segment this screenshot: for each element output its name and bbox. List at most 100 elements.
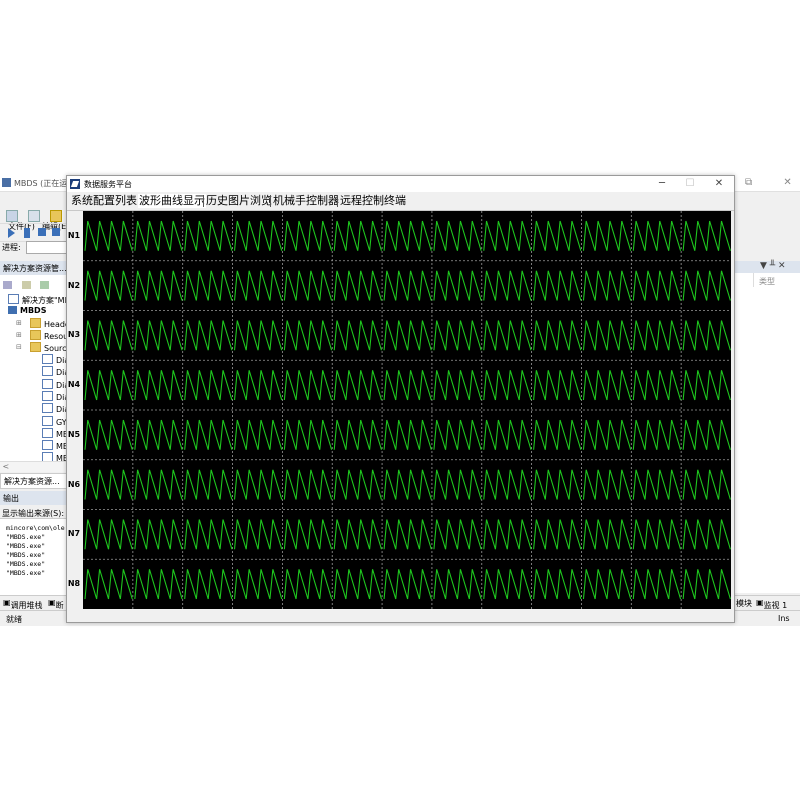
solution-explorer-header: 解决方案资源管...	[0, 261, 68, 276]
tree-toolbar	[3, 281, 52, 290]
app-title: 数据服务平台	[84, 180, 132, 189]
tree-folder-label: Resou	[44, 332, 69, 341]
oscilloscope-display	[83, 211, 731, 609]
tab-waveform-display[interactable]: 波形曲线显示	[138, 194, 206, 208]
solution-tree: 解决方案"MB MBDS ⊞ Heade ⊞ Resou ⊟ Sourc Dia…	[0, 275, 69, 461]
cpp-file-icon	[42, 403, 53, 414]
ide-toolbar-1	[0, 207, 68, 224]
tree-file[interactable]: GY	[42, 415, 67, 427]
main-tab-bar: 系统配置列表 波形曲线显示 历史图片浏览 机械手控制器 远程控制终端	[67, 192, 734, 211]
output-line: "MBDS.exe"	[6, 551, 46, 559]
output-line: "MBDS.exe"	[6, 569, 46, 577]
solution-icon	[8, 294, 19, 304]
search-icon[interactable]	[40, 281, 50, 289]
expand-icon[interactable]: ⊞	[16, 331, 22, 339]
channel-label: N7	[67, 529, 81, 539]
cpp-file-icon	[42, 440, 53, 451]
minimize-button[interactable]: ─	[651, 177, 673, 191]
process-selector: 进程:	[2, 241, 68, 254]
cpp-file-icon	[42, 378, 53, 389]
cpp-file-icon	[42, 452, 53, 461]
tree-file[interactable]: MB	[42, 440, 68, 451]
channel-label: N1	[67, 230, 81, 240]
expand-icon[interactable]: ⊞	[16, 319, 22, 327]
ide-window-controls[interactable]: ⧉ ✕	[745, 177, 800, 188]
waveform-panel: N1 N2 N3 N4 N5 N6 N7 N8	[67, 211, 734, 622]
app-title-bar[interactable]: 数据服务平台 ─ ☐ ✕	[67, 176, 734, 192]
column-divider[interactable]	[753, 273, 754, 287]
tree-folder-source[interactable]: Sourc	[30, 342, 67, 353]
output-console: mincore\com\ole "MBDS.exe" "MBDS.exe" "M…	[0, 518, 68, 595]
channel-label: N2	[67, 280, 81, 290]
tree-file[interactable]: Dia	[42, 403, 68, 414]
tree-file[interactable]: Dia	[42, 378, 68, 390]
output-title: 输出	[3, 494, 19, 503]
add-item-icon[interactable]	[28, 210, 40, 222]
tab-separator	[337, 195, 338, 207]
watch-panel: 类型	[734, 273, 800, 593]
output-line: mincore\com\ole	[6, 524, 65, 532]
app-logo-icon	[70, 179, 80, 189]
solution-explorer-title: 解决方案资源管...	[3, 264, 67, 273]
tab-separator	[203, 195, 204, 207]
tab-system-config[interactable]: 系统配置列表	[71, 194, 137, 208]
panel-controls-icon[interactable]: ▼ ╨ ✕	[760, 261, 786, 271]
tab-history-images[interactable]: 历史图片浏览	[206, 194, 272, 208]
cpp-file-icon	[42, 354, 53, 364]
tree-folder-label: Sourc	[44, 344, 67, 353]
tree-file[interactable]: Dia	[42, 354, 68, 365]
channel-label: N6	[67, 479, 81, 489]
cpp-file-icon	[42, 427, 53, 438]
data-service-window: 数据服务平台 ─ ☐ ✕ 系统配置列表 波形曲线显示 历史图片浏览 机械手控制器…	[66, 175, 735, 623]
tree-solution[interactable]: 解决方案"MB	[8, 294, 68, 306]
cpp-file-icon	[42, 415, 53, 426]
solution-explorer-tab[interactable]: 解决方案资源...	[0, 473, 70, 489]
tree-file[interactable]: MB	[42, 427, 68, 439]
channel-label: N3	[67, 330, 81, 340]
home-icon[interactable]	[3, 281, 12, 289]
folder-icon	[30, 342, 41, 352]
new-icon[interactable]	[6, 210, 18, 222]
cpp-file-icon	[42, 366, 53, 377]
refresh-icon[interactable]	[21, 281, 31, 289]
close-button[interactable]: ✕	[708, 177, 730, 191]
tab-call-stack[interactable]: ▣ 调用堆栈	[3, 598, 43, 610]
tab-separator	[270, 195, 271, 207]
tree-project-label: MBDS	[20, 306, 47, 315]
collapse-icon[interactable]: ⊟	[16, 343, 22, 351]
tree-horizontal-scrollbar[interactable]: <	[0, 461, 68, 472]
channel-label: N5	[67, 429, 81, 439]
open-folder-icon[interactable]	[50, 210, 62, 222]
folder-icon	[30, 318, 41, 328]
tab-modules[interactable]: 模块	[736, 598, 752, 609]
process-dropdown[interactable]	[26, 241, 68, 254]
stop-icon[interactable]	[38, 228, 46, 236]
tab-watch-1[interactable]: ▣ 监视 1	[756, 598, 787, 610]
restart-icon[interactable]	[52, 228, 60, 236]
tree-project[interactable]: MBDS	[8, 306, 46, 315]
watch-panel-header: ▼ ╨ ✕	[734, 261, 800, 273]
tree-file[interactable]: Dia	[42, 390, 68, 402]
status-ready: 就绪	[6, 615, 22, 624]
channel-label: N8	[67, 579, 81, 589]
output-line: "MBDS.exe"	[6, 560, 46, 568]
pause-icon[interactable]	[24, 228, 30, 238]
oscilloscope-canvas	[83, 211, 731, 609]
tab-remote-terminal[interactable]: 远程控制终端	[340, 194, 406, 208]
column-type-header: 类型	[759, 277, 775, 286]
output-header: 输出	[0, 491, 68, 505]
continue-icon[interactable]	[8, 228, 15, 238]
tab-breakpoints[interactable]: ▣ 断	[48, 598, 64, 610]
folder-icon	[30, 330, 41, 340]
maximize-button[interactable]: ☐	[679, 177, 701, 191]
project-icon	[8, 306, 17, 314]
tree-folder-headers[interactable]: Heade	[30, 318, 68, 329]
tree-file[interactable]: Dia	[42, 366, 68, 377]
status-insert-mode: Ins	[778, 614, 790, 623]
ide-toolbar-2	[0, 225, 68, 242]
tree-file[interactable]: MB	[42, 452, 68, 461]
output-line: "MBDS.exe"	[6, 542, 46, 550]
tree-folder-resources[interactable]: Resou	[30, 330, 68, 341]
tab-robot-controller[interactable]: 机械手控制器	[273, 194, 339, 208]
process-label: 进程:	[2, 243, 21, 252]
